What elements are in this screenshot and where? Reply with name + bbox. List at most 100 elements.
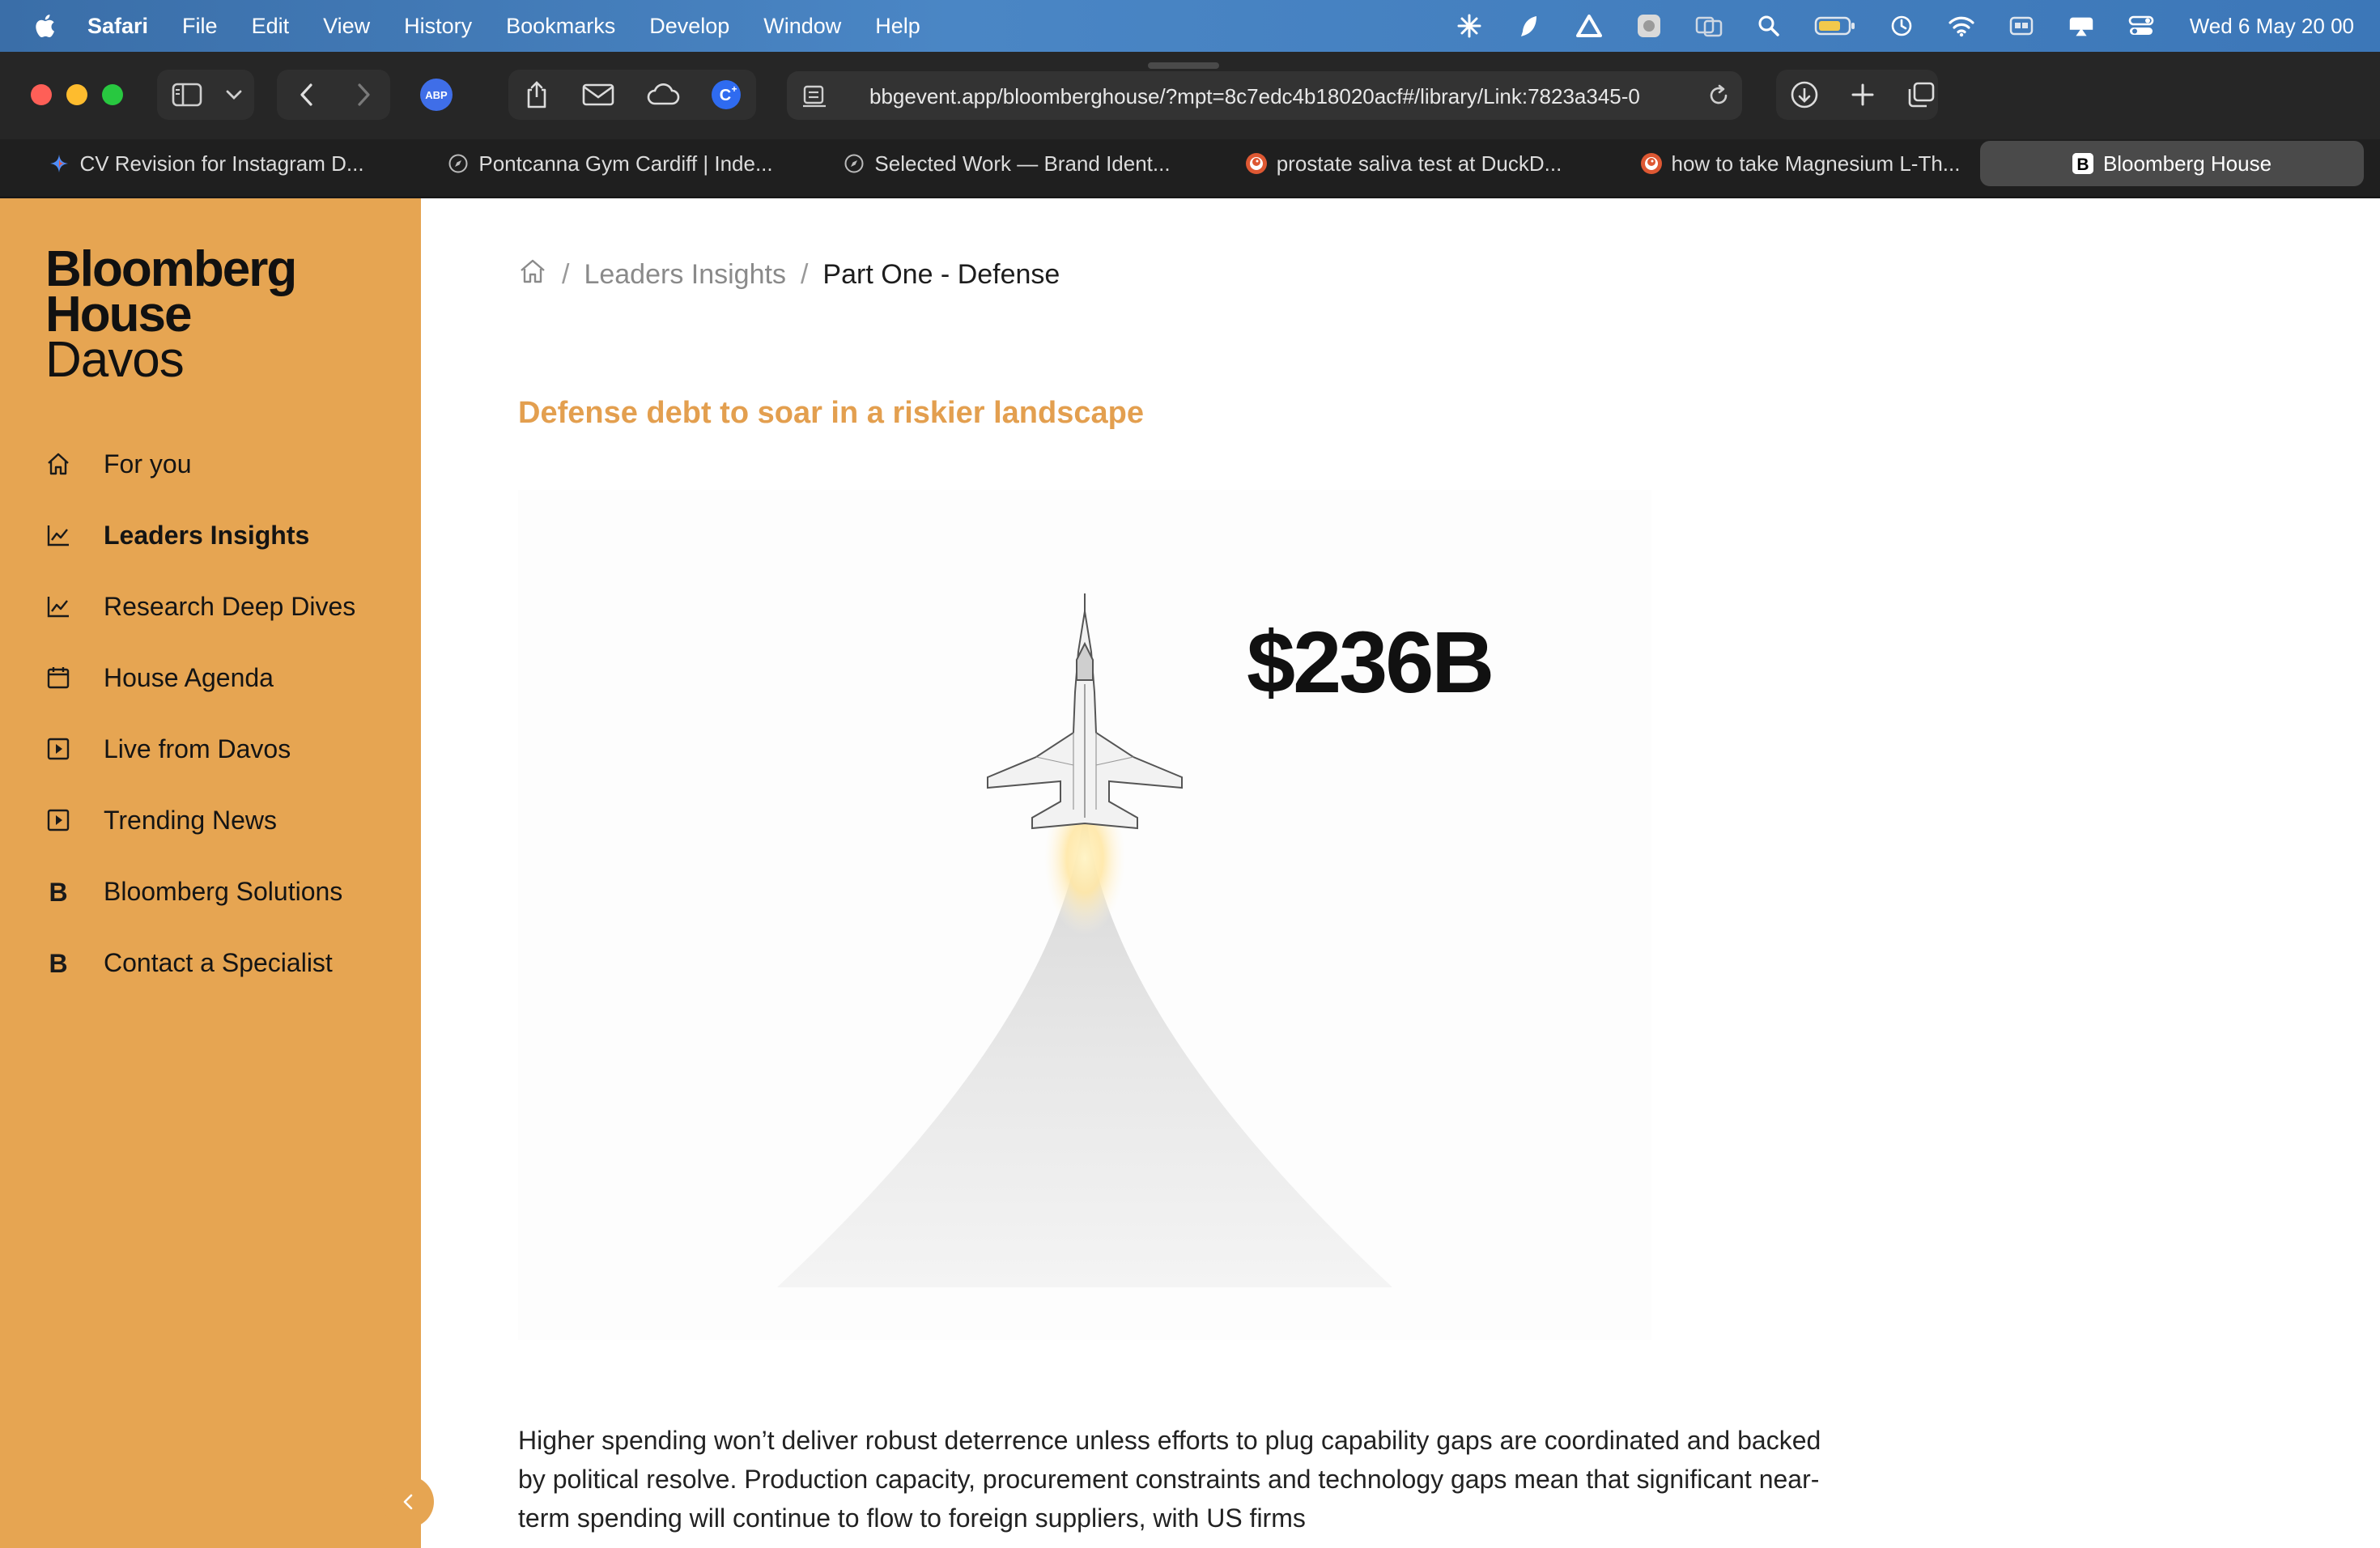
- screen-mirroring-icon[interactable]: [2067, 14, 2096, 38]
- tab-cv-revision[interactable]: CV Revision for Instagram D...: [16, 139, 397, 188]
- compass-icon: [844, 153, 865, 174]
- icloud-icon[interactable]: [643, 74, 683, 115]
- menu-file[interactable]: File: [182, 14, 218, 39]
- sidebar-item-live-from-davos[interactable]: Live from Davos: [45, 725, 402, 773]
- adblock-plus-icon[interactable]: ABP: [416, 74, 457, 115]
- adblock-label: ABP: [425, 89, 448, 101]
- article-body-paragraph: Higher spending won’t deliver robust det…: [518, 1426, 1821, 1533]
- tab-pontcanna-gym[interactable]: Pontcanna Gym Cardiff | Inde...: [424, 139, 797, 188]
- menu-develop[interactable]: Develop: [649, 14, 729, 39]
- sidebar-item-for-you[interactable]: For you: [45, 440, 402, 488]
- chart-line-icon: [45, 593, 71, 619]
- sidebar-item-trending-news[interactable]: Trending News: [45, 796, 402, 844]
- tab-label: Bloomberg House: [2102, 151, 2272, 176]
- svg-text:B: B: [2076, 155, 2089, 174]
- breadcrumb-separator: /: [800, 259, 809, 290]
- page-menu-icon[interactable]: [801, 83, 829, 113]
- wifi-icon[interactable]: [1947, 14, 1976, 38]
- duckduckgo-icon: [1640, 153, 1662, 174]
- claude-sparkle-icon[interactable]: [1455, 14, 1484, 38]
- home-icon[interactable]: [518, 257, 547, 293]
- triangle-icon[interactable]: [1575, 14, 1604, 38]
- apple-logo-icon[interactable]: [34, 14, 55, 38]
- feather-icon[interactable]: [1515, 14, 1544, 38]
- control-center-icon[interactable]: [2127, 14, 2156, 38]
- svg-text:C: C: [720, 87, 731, 104]
- menu-safari[interactable]: Safari: [87, 14, 148, 39]
- address-bar[interactable]: bbgevent.app/bloomberghouse/?mpt=8c7edc4…: [787, 71, 1742, 120]
- forward-arrow-icon[interactable]: [343, 74, 384, 115]
- tab-overview-icon[interactable]: [1901, 74, 1941, 115]
- display-icon[interactable]: [2007, 14, 2036, 38]
- tab-prostate-saliva[interactable]: prostate saliva test at DuckD...: [1218, 139, 1590, 188]
- back-arrow-icon[interactable]: [287, 74, 327, 115]
- tab-magnesium[interactable]: how to take Magnesium L-Th...: [1614, 139, 1987, 188]
- play-square-icon: [45, 807, 71, 833]
- cards-icon[interactable]: [1694, 14, 1723, 38]
- menu-history[interactable]: History: [404, 14, 472, 39]
- web-page: Bloomberg House Davos For you Leaders In…: [0, 198, 2380, 1548]
- share-icon[interactable]: [516, 74, 557, 115]
- breadcrumb-current-page: Part One - Defense: [822, 259, 1060, 290]
- sidebar-toggle-icon[interactable]: [167, 74, 207, 115]
- sidebar-item-label: Contact a Specialist: [104, 947, 333, 977]
- sidebar-item-label: Leaders Insights: [104, 520, 310, 550]
- sidebar-item-label: For you: [104, 449, 192, 478]
- calendar-icon: [45, 665, 71, 691]
- sidebar-item-bloomberg-solutions[interactable]: B Bloomberg Solutions: [45, 867, 402, 916]
- sidebar-item-contact-specialist[interactable]: B Contact a Specialist: [45, 938, 402, 987]
- sidebar-item-house-agenda[interactable]: House Agenda: [45, 653, 402, 702]
- tab-label: how to take Magnesium L-Th...: [1671, 151, 1961, 176]
- url-text[interactable]: bbgevent.app/bloomberghouse/?mpt=8c7edc4…: [869, 84, 1679, 109]
- bloomberg-b-icon: B: [45, 950, 71, 976]
- reload-icon[interactable]: [1706, 83, 1731, 112]
- new-tab-plus-icon[interactable]: [1842, 74, 1883, 115]
- breadcrumb: / Leaders Insights / Part One - Defense: [518, 257, 1060, 293]
- menu-window[interactable]: Window: [763, 14, 841, 39]
- svg-text:+: +: [731, 83, 737, 95]
- sidebar-item-label: Trending News: [104, 805, 278, 835]
- menu-view[interactable]: View: [323, 14, 370, 39]
- battery-icon[interactable]: [1814, 14, 1856, 38]
- battery-level: [1818, 21, 1840, 31]
- minimize-window-button[interactable]: [66, 84, 87, 105]
- menu-edit[interactable]: Edit: [252, 14, 290, 39]
- article-headline: Defense debt to soar in a riskier landsc…: [518, 396, 1144, 430]
- home-icon: [45, 451, 71, 477]
- window-drag-handle[interactable]: [1148, 62, 1219, 69]
- logo-line-3: Davos: [45, 332, 185, 388]
- compass-icon: [448, 153, 469, 174]
- sidebar-item-research-deep-dives[interactable]: Research Deep Dives: [45, 582, 402, 631]
- article-illustration: $236B: [518, 490, 1651, 1340]
- spotlight-search-icon[interactable]: [1754, 14, 1783, 38]
- tab-label: Selected Work — Brand Ident...: [874, 151, 1171, 176]
- chevron-left-icon: [403, 1494, 413, 1510]
- app-badge-icon[interactable]: [1634, 14, 1664, 38]
- menu-help[interactable]: Help: [875, 14, 920, 39]
- sidebar-item-label: Research Deep Dives: [104, 591, 356, 621]
- article-main: / Leaders Insights / Part One - Defense …: [421, 198, 2380, 1548]
- bloomberg-house-logo[interactable]: Bloomberg House Davos: [45, 245, 297, 388]
- sparkle-icon: [49, 153, 70, 174]
- macos-menu-bar: Safari File Edit View History Bookmarks …: [0, 0, 2380, 52]
- sidebar-item-label: House Agenda: [104, 662, 274, 692]
- bloomberg-b-icon: B: [45, 878, 71, 904]
- extension-c-icon[interactable]: C +: [706, 74, 746, 115]
- mail-icon[interactable]: [578, 74, 618, 115]
- tab-selected-work[interactable]: Selected Work — Brand Ident...: [821, 139, 1193, 188]
- menu-bookmarks[interactable]: Bookmarks: [506, 14, 615, 39]
- tab-label: CV Revision for Instagram D...: [79, 151, 364, 176]
- sidebar-item-leaders-insights[interactable]: Leaders Insights: [45, 511, 402, 559]
- downloads-icon[interactable]: [1784, 74, 1825, 115]
- close-window-button[interactable]: [31, 84, 52, 105]
- tab-label: Pontcanna Gym Cardiff | Inde...: [478, 151, 773, 176]
- sidebar: Bloomberg House Davos For you Leaders In…: [0, 198, 421, 1548]
- tab-bloomberg-house[interactable]: B Bloomberg House: [1980, 141, 2364, 186]
- play-square-icon: [45, 736, 71, 762]
- time-machine-icon[interactable]: [1887, 14, 1916, 38]
- zoom-window-button[interactable]: [102, 84, 123, 105]
- chevron-down-icon[interactable]: [214, 74, 254, 115]
- fighter-jet-icon: [987, 593, 1183, 830]
- menu-bar-clock[interactable]: Wed 6 May 20 00: [2190, 14, 2354, 39]
- breadcrumb-leaders-insights[interactable]: Leaders Insights: [584, 259, 786, 291]
